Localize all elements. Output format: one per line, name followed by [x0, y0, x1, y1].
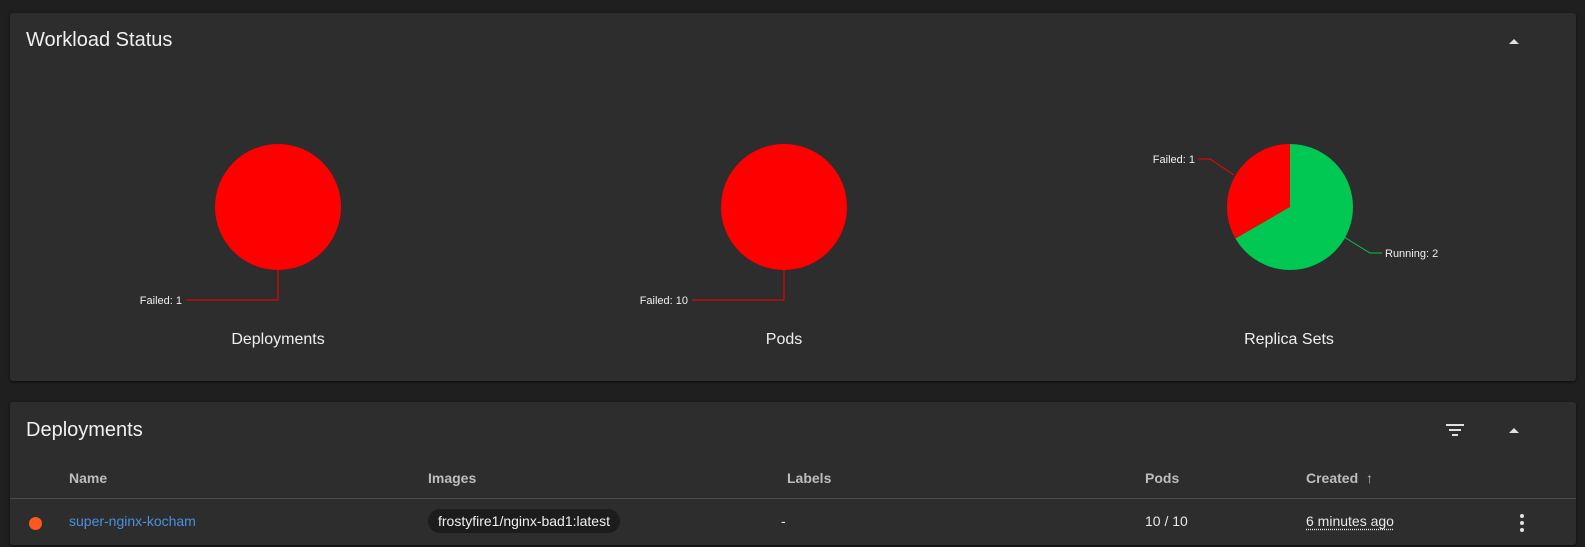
filter-button[interactable] [1443, 418, 1467, 442]
more-vert-icon[interactable] [1510, 511, 1534, 535]
deployments-table: Name Images Labels Pods Created ↑ super-… [10, 461, 1576, 547]
deployments-card: Deployments Name Images Labels Pods Crea… [10, 402, 1576, 545]
chart-caption-pods: Pods [766, 331, 802, 349]
created-value: 6 minutes ago [1306, 513, 1394, 529]
deployments-slice-failed [215, 144, 341, 270]
pods-value: 10 / 10 [1145, 513, 1188, 529]
column-header-name[interactable]: Name [69, 470, 107, 486]
table-header: Name Images Labels Pods Created ↑ [10, 461, 1576, 499]
deployments-slice-failed-label: Failed: 1 [140, 295, 182, 307]
column-header-labels: Labels [787, 470, 831, 486]
pods-slice-failed-leader-line [692, 270, 784, 300]
collapse-up-icon [1509, 428, 1519, 433]
deployments-slice-failed-leader-line [186, 270, 278, 300]
replica-sets-slice-running-leader-line [1344, 237, 1382, 253]
deployments-title: Deployments [26, 419, 143, 442]
replica-sets-slice-failed-leader-line [1198, 159, 1234, 175]
image-chip: frostyfire1/nginx-bad1:latest [428, 509, 620, 533]
replica-sets-slice-running-label: Running: 2 [1385, 248, 1438, 260]
workload-charts: Failed: 1 Failed: 10 Failed: 1 Running: 2 [10, 13, 1576, 381]
status-error-icon [29, 517, 42, 530]
pods-slice-failed [721, 144, 847, 270]
column-header-created[interactable]: Created ↑ [1306, 470, 1373, 486]
column-header-pods: Pods [1145, 470, 1179, 486]
deployments-collapse-button[interactable] [1502, 418, 1526, 442]
chart-caption-deployments: Deployments [231, 331, 324, 349]
filter-icon [1446, 424, 1464, 436]
column-header-created-label: Created [1306, 470, 1358, 486]
column-header-images: Images [428, 470, 476, 486]
chart-caption-replica-sets: Replica Sets [1244, 331, 1334, 349]
labels-value: - [781, 513, 786, 529]
table-row: super-nginx-kocham frostyfire1/nginx-bad… [10, 499, 1576, 547]
pods-slice-failed-label: Failed: 10 [640, 295, 688, 307]
replica-sets-slice-failed-label: Failed: 1 [1153, 154, 1195, 166]
sort-arrow-up-icon: ↑ [1366, 470, 1373, 486]
deployment-name-link[interactable]: super-nginx-kocham [69, 513, 196, 529]
workload-status-card: Workload Status Failed: 1 Failed: 10 Faile… [10, 13, 1576, 381]
